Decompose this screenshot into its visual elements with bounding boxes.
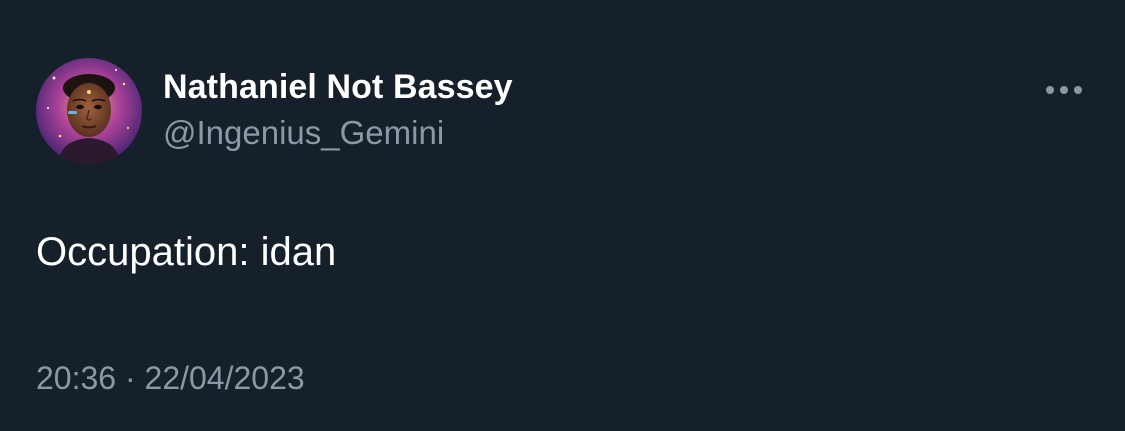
tweet-date[interactable]: 22/04/2023 — [145, 360, 305, 396]
avatar[interactable] — [36, 58, 142, 164]
author-display-name[interactable]: Nathaniel Not Bassey — [163, 68, 513, 107]
more-horizontal-icon — [1060, 86, 1068, 94]
avatar-image — [36, 58, 142, 164]
more-options-button[interactable] — [1036, 72, 1092, 108]
tweet-card: Nathaniel Not Bassey @Ingenius_Gemini Oc… — [0, 0, 1125, 431]
tweet-timestamp: 20:36 · 22/04/2023 — [36, 360, 305, 397]
tweet-text: Occupation: idan — [36, 230, 337, 274]
timestamp-separator: · — [124, 360, 136, 396]
author-handle[interactable]: @Ingenius_Gemini — [163, 114, 444, 152]
more-horizontal-icon — [1074, 86, 1082, 94]
more-horizontal-icon — [1046, 86, 1054, 94]
tweet-time[interactable]: 20:36 — [36, 360, 116, 396]
